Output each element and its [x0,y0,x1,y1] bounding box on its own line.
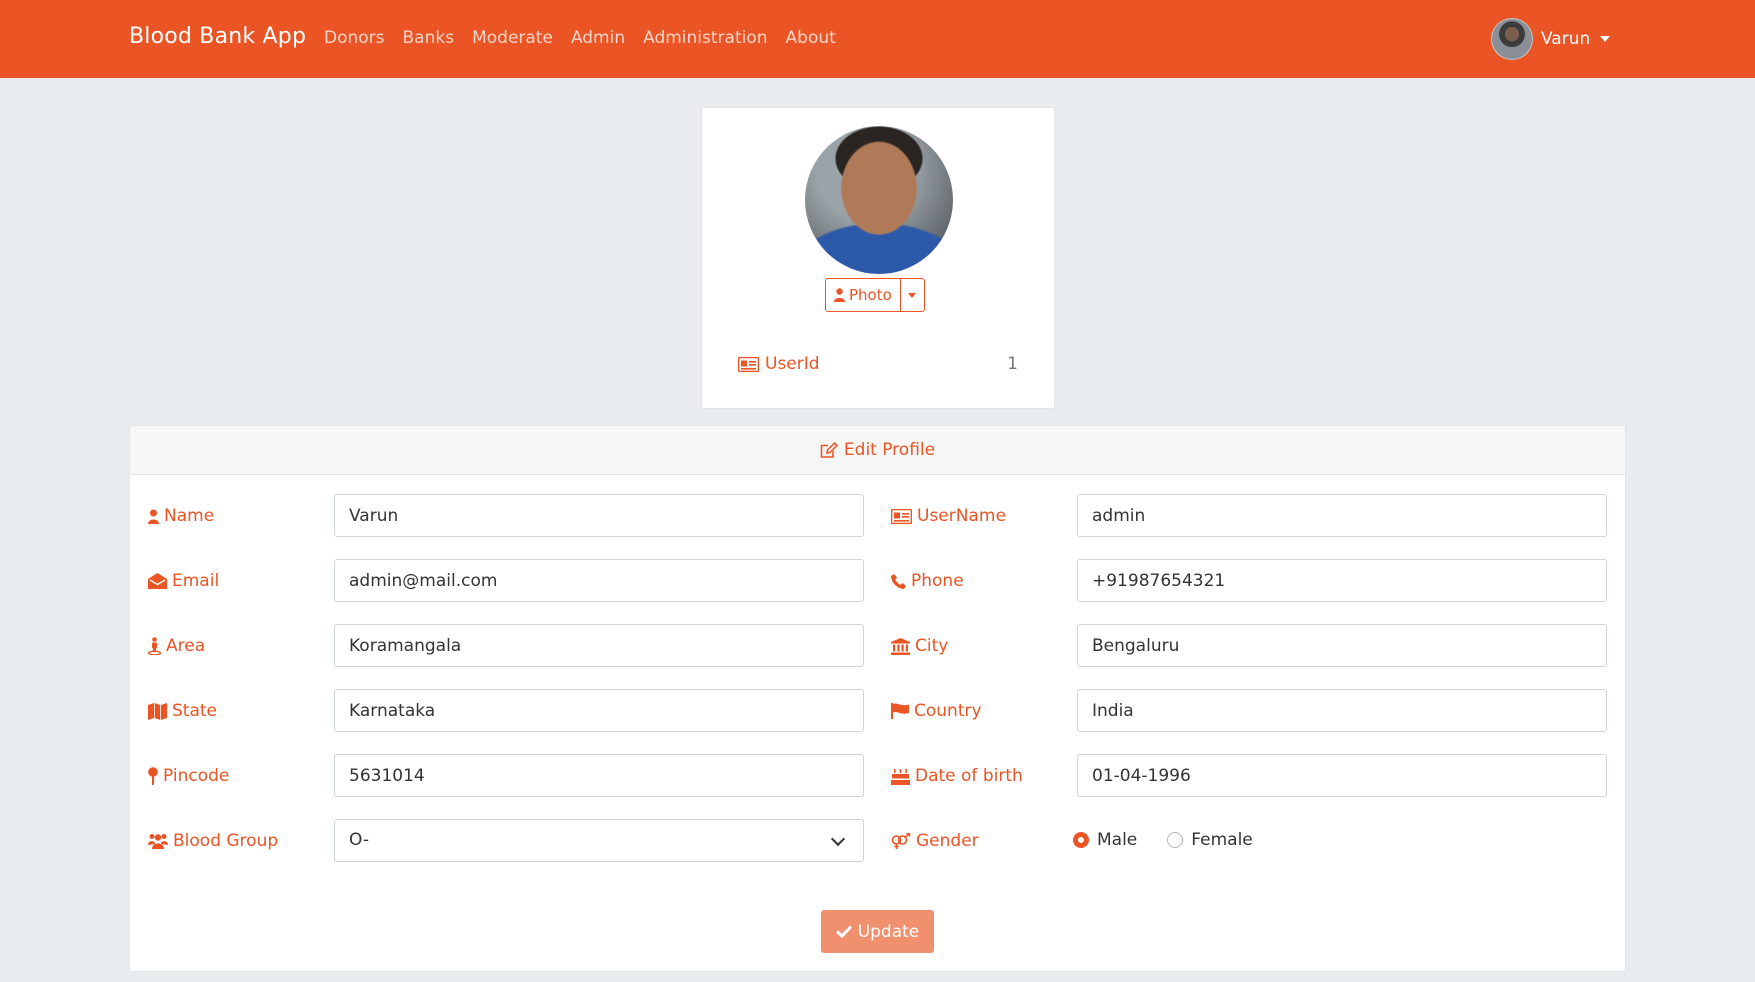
name-label-text: Name [164,506,215,526]
blood-group-selected-value: O- [349,830,369,850]
area-input[interactable] [334,624,864,667]
gender-radio-male[interactable] [1073,832,1089,848]
edit-profile-header: Edit Profile [130,426,1625,475]
map-pin-icon [148,767,158,785]
dob-label-text: Date of birth [915,766,1023,786]
dob-label: Date of birth [891,766,1023,786]
edit-profile-title: Edit Profile [843,440,936,460]
update-button-label: Update [857,921,920,942]
city-input[interactable] [1077,624,1607,667]
photo-dropdown-toggle[interactable] [900,278,925,312]
blood-group-label-text: Blood Group [173,831,279,851]
nav-link-administration[interactable]: Administration [643,28,767,48]
bank-building-icon [891,637,910,655]
caret-down-icon [908,292,917,298]
nav-link-banks[interactable]: Banks [403,28,455,48]
pincode-input[interactable] [334,754,864,797]
city-label: City [891,636,948,656]
userid-value: 1 [1007,354,1018,374]
userid-label-text: UserId [765,354,820,374]
country-label-text: Country [914,701,982,721]
nav-link-moderate[interactable]: Moderate [472,28,553,48]
nav-link-admin[interactable]: Admin [571,28,625,48]
blood-group-label: Blood Group [148,831,278,851]
envelope-open-icon [148,573,167,589]
flag-icon [891,703,909,719]
profile-photo [805,126,953,274]
email-label: Email [148,571,219,591]
nav-link-donors[interactable]: Donors [324,28,385,48]
state-label: State [148,701,217,721]
map-icon [148,702,167,720]
city-label-text: City [915,636,949,656]
birthday-cake-icon [891,768,910,785]
photo-button-group: Photo [825,278,925,312]
state-label-text: State [172,701,217,721]
pincode-label: Pincode [148,766,229,786]
id-card-icon [891,508,912,524]
top-navbar: Blood Bank App Donors Banks Moderate Adm… [0,0,1755,78]
dob-input[interactable] [1077,754,1607,797]
nav-link-about[interactable]: About [786,28,836,48]
street-view-icon [148,637,161,655]
nav-links: Donors Banks Moderate Admin Administrati… [324,28,836,48]
edit-icon [820,441,838,459]
update-button[interactable]: Update [821,910,934,953]
profile-card: Photo UserId 1 [701,107,1055,409]
gender-radio-female[interactable] [1167,832,1184,848]
user-icon [834,288,845,302]
user-menu-name: Varun [1541,29,1591,49]
country-label: Country [891,701,982,721]
phone-label-text: Phone [911,571,964,591]
name-input[interactable] [334,494,864,537]
photo-button[interactable]: Photo [825,278,901,312]
area-label-text: Area [166,636,206,656]
gender-radio-group: Male Female [1073,830,1253,850]
gender-option-male-label: Male [1097,830,1138,850]
user-icon [148,509,159,524]
chevron-down-icon [830,831,846,846]
gender-label-text: Gender [916,831,979,851]
name-label: Name [148,506,214,526]
pincode-label-text: Pincode [163,766,230,786]
email-input[interactable] [334,559,864,602]
gender-icon [891,833,911,849]
username-label-text: UserName [917,506,1006,526]
photo-button-label: Photo [849,286,892,304]
avatar [1491,18,1533,60]
userid-row: UserId 1 [738,354,1018,374]
user-menu-dropdown[interactable]: Varun [1491,18,1611,60]
phone-input[interactable] [1077,559,1607,602]
blood-group-select[interactable]: O- [334,819,864,862]
country-input[interactable] [1077,689,1607,732]
gender-label: Gender [891,831,979,851]
phone-label: Phone [891,571,964,591]
area-label: Area [148,636,205,656]
state-input[interactable] [334,689,864,732]
gender-option-female[interactable]: Female [1167,830,1253,850]
userid-label: UserId [738,354,820,374]
users-group-icon [148,833,168,849]
id-card-icon [738,356,759,372]
check-icon [835,925,852,938]
caret-down-icon [1600,36,1611,42]
gender-option-female-label: Female [1191,830,1253,850]
username-label: UserName [891,506,1006,526]
phone-icon [891,573,906,589]
email-label-text: Email [172,571,220,591]
username-input[interactable] [1077,494,1607,537]
brand-logo-text[interactable]: Blood Bank App [129,24,306,49]
edit-profile-panel: Edit Profile Name UserName Email Phone A… [129,425,1626,972]
gender-option-male[interactable]: Male [1073,830,1137,850]
